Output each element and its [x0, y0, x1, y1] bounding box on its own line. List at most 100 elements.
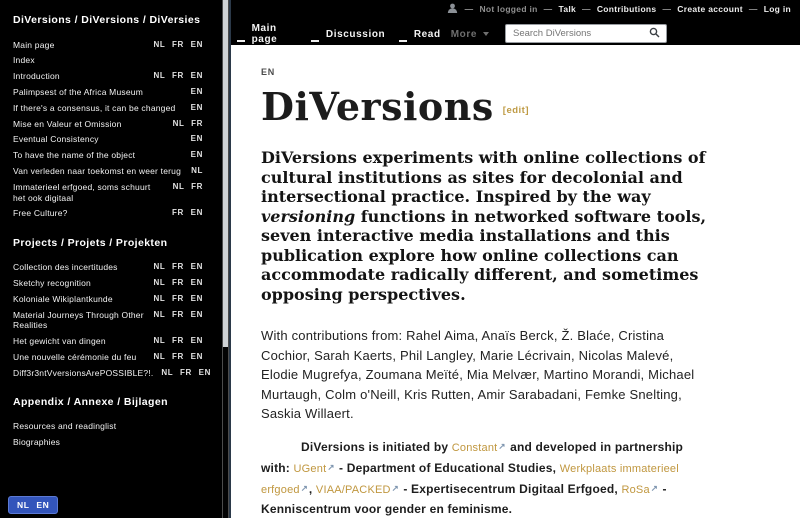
- partnership-text: - Department of Educational Studies,: [335, 461, 559, 475]
- language-tags[interactable]: NL FR EN: [153, 294, 203, 304]
- language-tags[interactable]: EN: [191, 103, 203, 113]
- sidebar-item-consensus[interactable]: If there's a consensus, it can be change…: [13, 100, 203, 116]
- language-tags[interactable]: EN: [191, 134, 203, 144]
- sidebar-list-projects: Collection des incertitudes NL FR EN Sket…: [13, 260, 203, 381]
- intro-text: DiVersions experiments with online colle…: [261, 148, 705, 206]
- sidebar: DiVersions / DiVersions / DiVersies Main…: [0, 0, 231, 518]
- search-button[interactable]: [649, 26, 666, 41]
- sidebar-item-label: Resources and readinglist: [13, 421, 116, 432]
- personal-tools: — Not logged in — Talk — Contributions —…: [447, 3, 791, 15]
- sidebar-section-title-diversions: DiVersions / DiVersions / DiVersies: [13, 14, 203, 26]
- login-link[interactable]: Log in: [764, 4, 791, 14]
- separator: —: [465, 4, 474, 14]
- constant-link[interactable]: Constant: [452, 442, 498, 454]
- sidebar-item-label: Une nouvelle cérémonie du feu: [13, 352, 136, 363]
- sidebar-item-label: Koloniale Wikiplantkunde: [13, 294, 113, 305]
- language-tags[interactable]: NL FR: [173, 119, 203, 129]
- view-more-dropdown[interactable]: More: [451, 29, 477, 40]
- sidebar-item-main-page[interactable]: Main pageNL FR EN: [13, 37, 203, 53]
- sidebar-item-label: Eventual Consistency: [13, 134, 99, 145]
- sidebar-item-resources[interactable]: Resources and readinglist: [13, 419, 203, 435]
- tab-bar: Main page Discussion Read More: [233, 23, 800, 45]
- external-link-icon: ↗: [392, 483, 399, 493]
- sidebar-item-mise-en-valeur[interactable]: Mise en Valeur et OmissionNL FR: [13, 116, 203, 132]
- external-link-icon: ↗: [651, 483, 658, 493]
- language-tags[interactable]: NL FR EN: [153, 310, 203, 320]
- language-tags[interactable]: NL: [191, 166, 203, 176]
- sidebar-item-sketchy-recognition[interactable]: Sketchy recognition NL FR EN: [13, 275, 203, 291]
- sidebar-item-label: Material Journeys Through Other Realitie…: [13, 310, 145, 331]
- login-status: Not logged in: [479, 4, 537, 14]
- sidebar-section-title-projects: Projects / Projets / Projekten: [13, 237, 203, 249]
- viaa-packed-link[interactable]: VIAA/PACKED: [316, 484, 391, 496]
- edit-link[interactable]: [edit]: [503, 105, 529, 116]
- sidebar-item-index[interactable]: Index: [13, 53, 203, 69]
- language-tags[interactable]: FR EN: [172, 208, 203, 218]
- sidebar-item-eventual-consistency[interactable]: Eventual Consistency EN: [13, 132, 203, 148]
- sidebar-item-palimpsest[interactable]: Palimpsest of the Africa MuseumEN: [13, 84, 203, 100]
- language-tags[interactable]: EN: [191, 150, 203, 160]
- language-tags[interactable]: NL FR EN: [153, 71, 203, 81]
- tab-main-page[interactable]: Main page: [252, 23, 298, 45]
- sidebar-item-label: Biographies: [13, 437, 60, 448]
- create-account-link[interactable]: Create account: [677, 4, 743, 14]
- separator: —: [749, 4, 758, 14]
- search-input[interactable]: [506, 28, 649, 39]
- language-tags[interactable]: NL FR EN: [153, 262, 203, 272]
- sidebar-item-van-verleden[interactable]: Van verleden naar toekomst en weer terug…: [13, 164, 203, 180]
- sidebar-scrollbar[interactable]: [222, 0, 229, 518]
- sidebar-item-label: Diff3r3ntVversionsArePOSSIBLE?!.: [13, 368, 153, 379]
- separator: —: [662, 4, 671, 14]
- talk-link[interactable]: Talk: [558, 4, 576, 14]
- sidebar-item-free-culture[interactable]: Free Culture? FR EN: [13, 206, 203, 222]
- language-tags[interactable]: NL FR EN: [161, 368, 211, 378]
- search-icon: [649, 26, 660, 41]
- user-icon: [447, 3, 458, 15]
- page-language-label: EN: [261, 67, 760, 77]
- external-link-icon: ↗: [498, 441, 505, 451]
- intro-paragraph: DiVersions experiments with online colle…: [261, 148, 713, 304]
- contributions-link[interactable]: Contributions: [597, 4, 657, 14]
- sidebar-item-het-gewicht[interactable]: Het gewicht van dingenNL FR EN: [13, 333, 203, 349]
- sidebar-item-name-of-object[interactable]: To have the name of the object EN: [13, 148, 203, 164]
- ugent-link[interactable]: UGent: [294, 463, 327, 475]
- sidebar-list-appendix: Resources and readinglist Biographies: [13, 419, 203, 451]
- sidebar-item-collection-incertitudes[interactable]: Collection des incertitudes NL FR EN: [13, 260, 203, 276]
- sidebar-item-introduction[interactable]: IntroductionNL FR EN: [13, 69, 203, 85]
- scrollbar-thumb[interactable]: [223, 0, 228, 347]
- sidebar-item-different-versions[interactable]: Diff3r3ntVversionsArePOSSIBLE?!.NL FR EN: [13, 365, 203, 381]
- chevron-down-icon[interactable]: [483, 32, 489, 36]
- sidebar-item-label: Sketchy recognition: [13, 278, 91, 289]
- tab-discussion[interactable]: Discussion: [326, 29, 385, 40]
- sidebar-item-label: Immaterieel erfgoed, soms schuurt het oo…: [13, 182, 165, 203]
- language-tags[interactable]: NL FR EN: [153, 336, 203, 346]
- external-link-icon: ↗: [301, 483, 308, 493]
- intro-emphasis: versioning: [261, 207, 355, 226]
- sidebar-item-label: Free Culture?: [13, 208, 68, 219]
- contributors-paragraph: With contributions from: Rahel Aima, Ana…: [261, 326, 703, 424]
- language-tags[interactable]: NL FR EN: [153, 40, 203, 50]
- main-column: — Not logged in — Talk — Contributions —…: [231, 0, 800, 518]
- page-title: DiVersions [edit]: [261, 84, 760, 129]
- sidebar-item-material-journeys[interactable]: Material Journeys Through Other Realitie…: [13, 307, 203, 333]
- sidebar-item-label: Collection des incertitudes: [13, 262, 118, 273]
- sidebar-item-ceremonie-du-feu[interactable]: Une nouvelle cérémonie du feu NL FR EN: [13, 349, 203, 365]
- sidebar-item-koloniale-wikiplantkunde[interactable]: Koloniale Wikiplantkunde NL FR EN: [13, 291, 203, 307]
- language-tags[interactable]: NL FR: [173, 182, 203, 192]
- sidebar-item-immaterieel-erfgoed[interactable]: Immaterieel erfgoed, soms schuurt het oo…: [13, 179, 203, 205]
- page-title-text: DiVersions: [261, 84, 494, 129]
- rosa-link[interactable]: RoSa: [621, 484, 649, 496]
- language-tags[interactable]: EN: [191, 87, 203, 97]
- sidebar-list-main: Main pageNL FR EN Index IntroductionNL F…: [13, 37, 203, 222]
- external-link-icon: ↗: [327, 462, 334, 472]
- language-tags[interactable]: NL FR EN: [153, 278, 203, 288]
- page: DiVersions / DiVersions / DiVersies Main…: [0, 0, 800, 518]
- separator: —: [582, 4, 591, 14]
- sidebar-item-label: To have the name of the object: [13, 150, 135, 161]
- partnership-text: DiVersions is initiated by: [301, 440, 452, 454]
- partnership-text: - Expertisecentrum Digitaal Erfgoed,: [400, 482, 622, 496]
- sidebar-item-biographies[interactable]: Biographies: [13, 435, 203, 451]
- view-read[interactable]: Read: [414, 29, 441, 40]
- language-tags[interactable]: NL FR EN: [153, 352, 203, 362]
- language-switcher-badge[interactable]: NL EN: [8, 496, 58, 514]
